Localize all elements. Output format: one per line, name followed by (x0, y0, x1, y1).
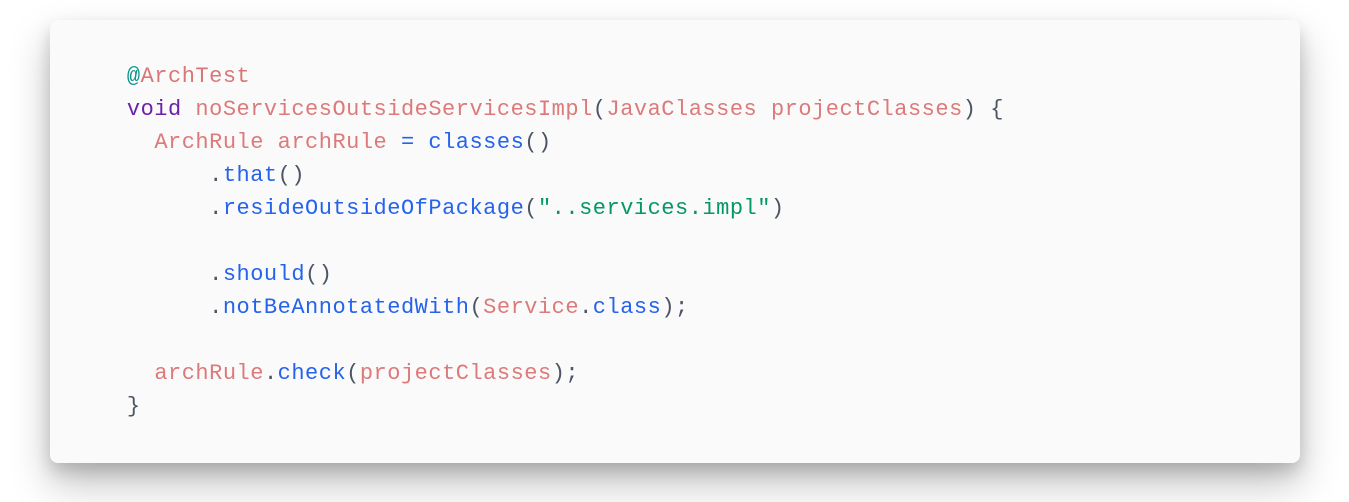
method-resideOutsideOfPackage: resideOutsideOfPackage (223, 196, 524, 221)
var-name: archRule (278, 130, 388, 155)
dot: . (209, 295, 223, 320)
space (264, 130, 278, 155)
code-line-5: .resideOutsideOfPackage("..services.impl… (100, 192, 1250, 225)
lparen: ( (278, 163, 292, 188)
indent (100, 394, 127, 419)
code-line-3: ArchRule archRule = classes() (100, 126, 1250, 159)
rparen: ) (319, 262, 333, 287)
dot: . (209, 262, 223, 287)
semicolon: ; (675, 295, 689, 320)
param-name: projectClasses (771, 97, 963, 122)
dot: . (209, 196, 223, 221)
code-snippet-card: @ArchTest void noServicesOutsideServices… (50, 20, 1300, 463)
func-classes: classes (428, 130, 524, 155)
lparen: ( (346, 361, 360, 386)
var-type: ArchRule (154, 130, 264, 155)
space (415, 130, 429, 155)
indent (100, 64, 127, 89)
rparen: ) (538, 130, 552, 155)
annotation-name: ArchTest (141, 64, 251, 89)
method-should: should (223, 262, 305, 287)
rparen: ) (291, 163, 305, 188)
keyword-void: void (127, 97, 182, 122)
method-name: noServicesOutsideServicesImpl (195, 97, 592, 122)
rparen: ) (963, 97, 977, 122)
string-literal: "..services.impl" (538, 196, 771, 221)
lbrace: { (990, 97, 1004, 122)
space (182, 97, 196, 122)
rparen: ) (661, 295, 675, 320)
indent (100, 361, 155, 386)
dot: . (579, 295, 593, 320)
arg-projectClasses: projectClasses (360, 361, 552, 386)
space (757, 97, 771, 122)
indent (100, 262, 210, 287)
rparen: ) (552, 361, 566, 386)
equals-operator: = (401, 130, 415, 155)
lparen: ( (524, 130, 538, 155)
code-line-1: @ArchTest (100, 60, 1250, 93)
class-ref-service: Service (483, 295, 579, 320)
semicolon: ; (565, 361, 579, 386)
lparen: ( (305, 262, 319, 287)
dot: . (209, 163, 223, 188)
lparen: ( (524, 196, 538, 221)
method-that: that (223, 163, 278, 188)
code-line-8: archRule.check(projectClasses); (100, 357, 1250, 390)
indent (100, 196, 210, 221)
method-check: check (278, 361, 347, 386)
code-line-blank (100, 225, 1250, 258)
code-line-7: .notBeAnnotatedWith(Service.class); (100, 291, 1250, 324)
rparen: ) (771, 196, 785, 221)
lparen: ( (593, 97, 607, 122)
indent (100, 97, 127, 122)
method-notBeAnnotatedWith: notBeAnnotatedWith (223, 295, 470, 320)
code-line-6: .should() (100, 258, 1250, 291)
var-ref-archRule: archRule (154, 361, 264, 386)
dot: . (264, 361, 278, 386)
code-line-2: void noServicesOutsideServicesImpl(JavaC… (100, 93, 1250, 126)
code-line-9: } (100, 390, 1250, 423)
member-class: class (593, 295, 662, 320)
param-type: JavaClasses (607, 97, 758, 122)
space (387, 130, 401, 155)
annotation-at-symbol: @ (127, 64, 141, 89)
code-line-blank (100, 324, 1250, 357)
code-line-4: .that() (100, 159, 1250, 192)
indent (100, 295, 210, 320)
lparen: ( (469, 295, 483, 320)
indent (100, 130, 155, 155)
rbrace: } (127, 394, 141, 419)
space (976, 97, 990, 122)
indent (100, 163, 210, 188)
